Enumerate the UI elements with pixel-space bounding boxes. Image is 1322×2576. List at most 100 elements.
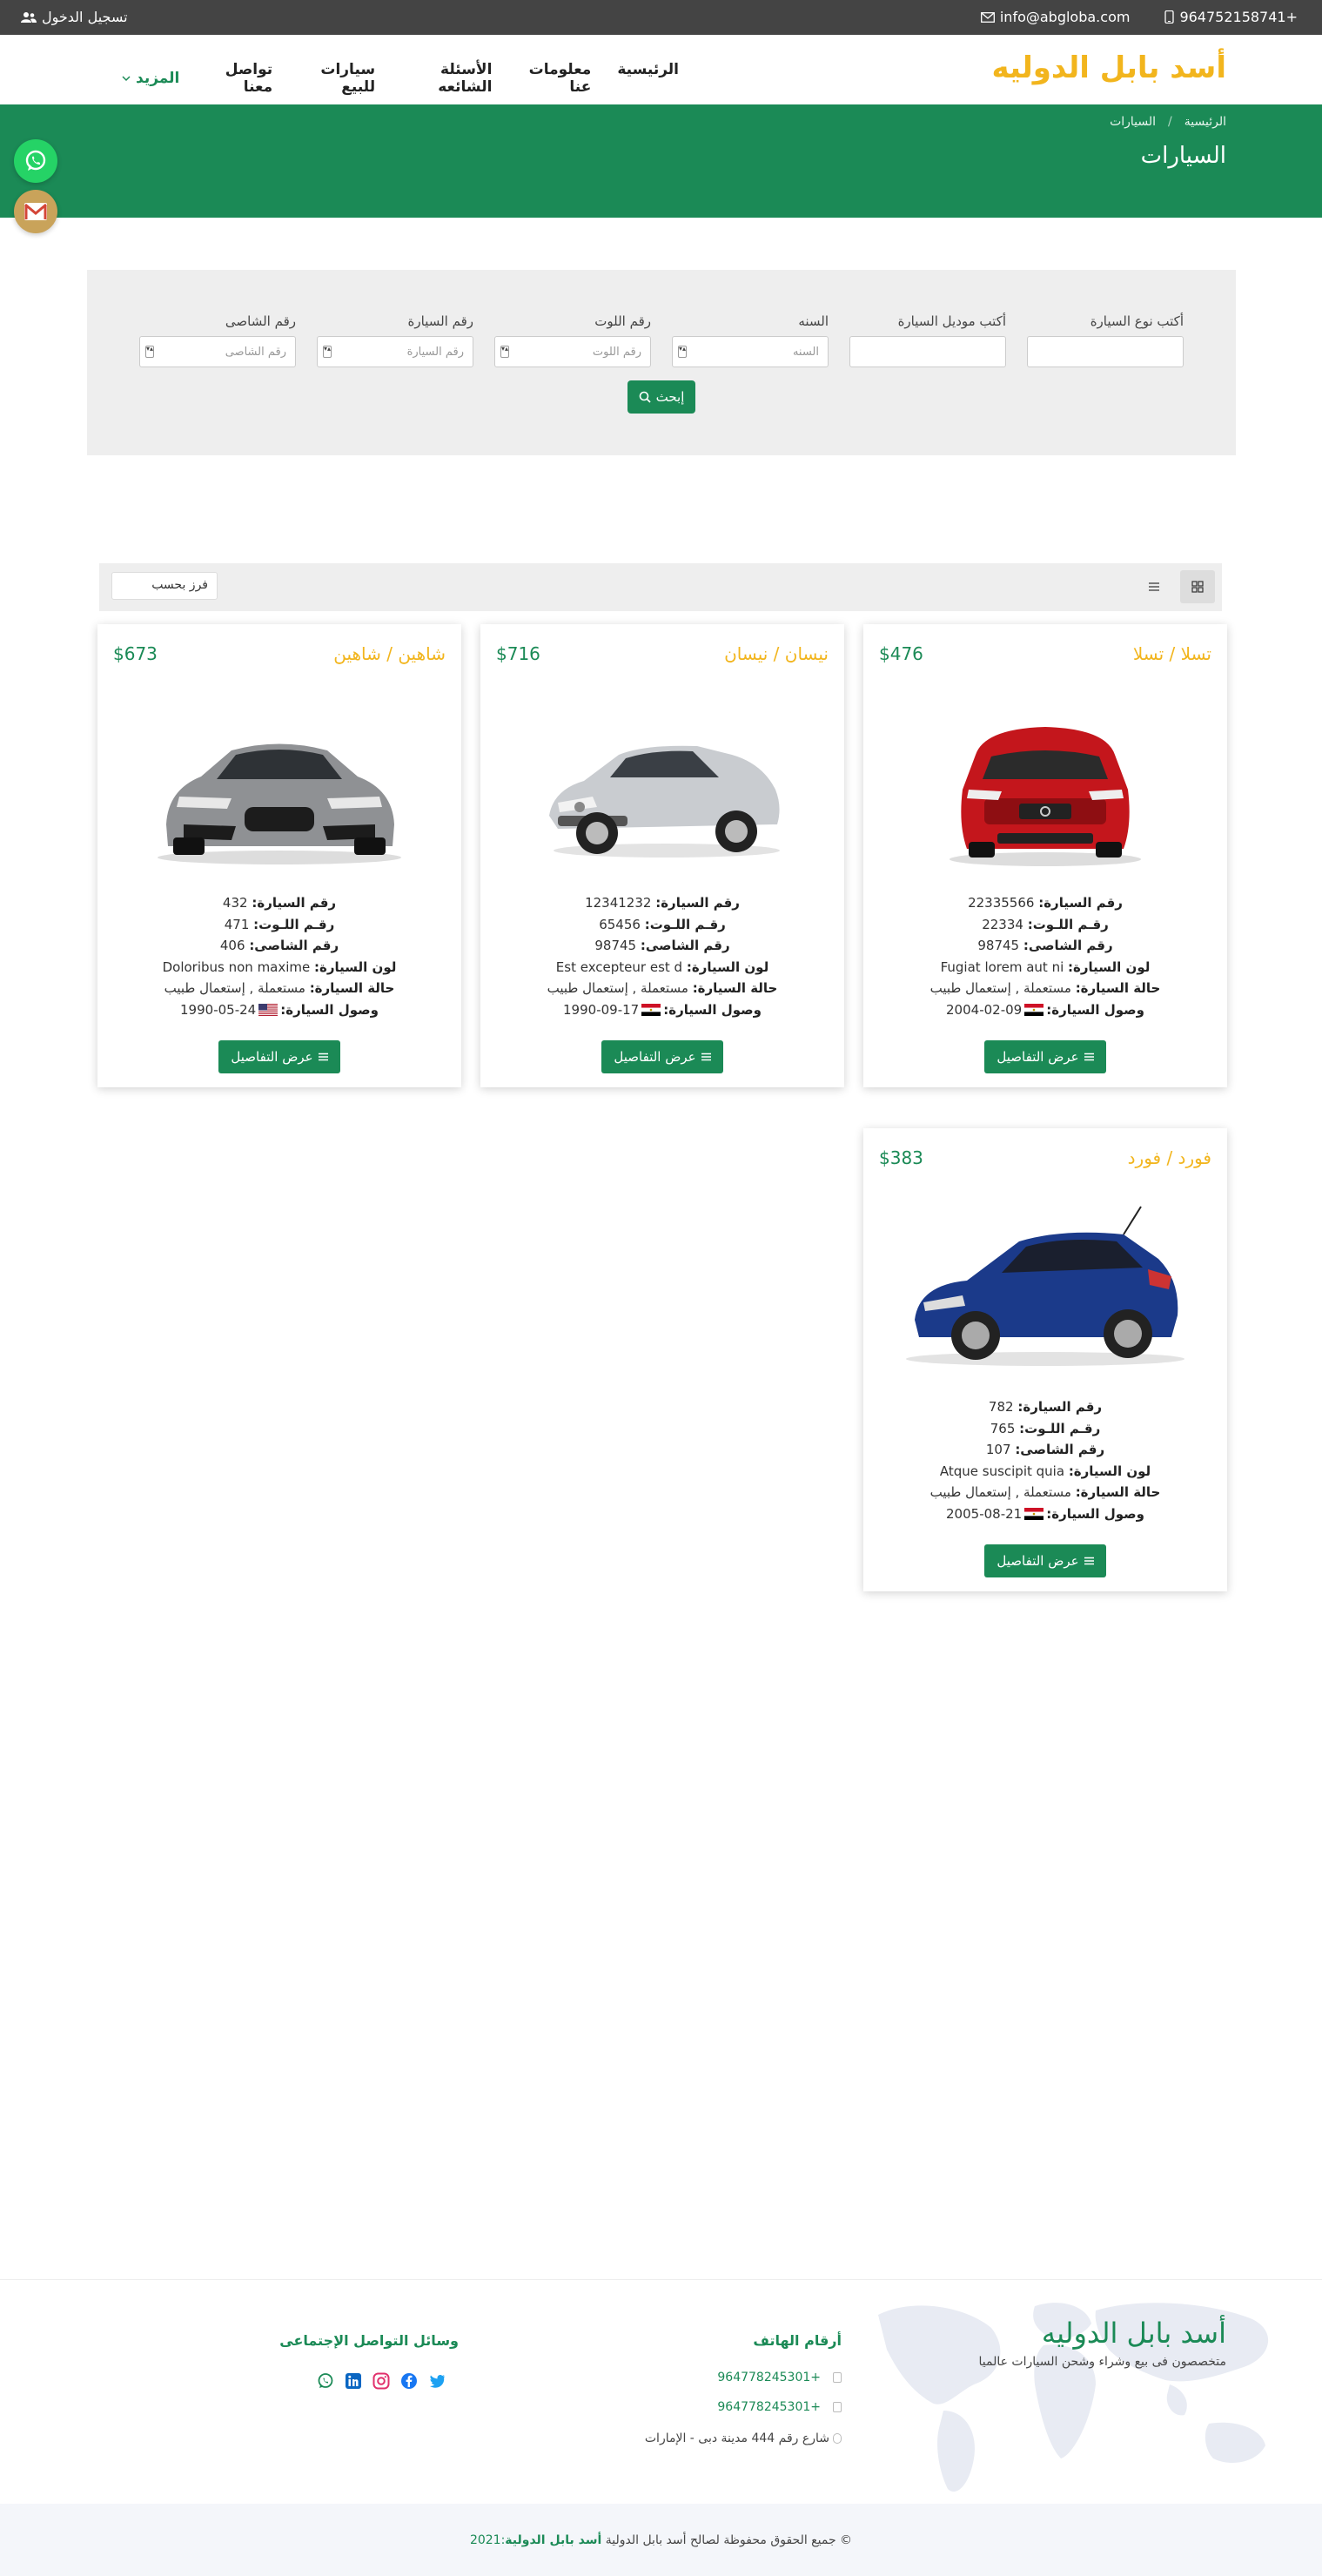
lot-number-key: رقـم اللـوت: bbox=[1027, 916, 1109, 932]
car-card: $673 شاهين / شاهين رقم السيارة: 432 رقـم… bbox=[97, 624, 461, 1087]
linkedin-icon[interactable] bbox=[345, 2372, 362, 2390]
menu-icon bbox=[1084, 1557, 1094, 1565]
year-field: السنه السنه ▴▾ bbox=[672, 313, 829, 367]
search-button[interactable]: إبحث bbox=[627, 380, 695, 414]
copyright-brand[interactable]: أسد بابل الدولية bbox=[505, 2533, 601, 2547]
arrival-row: وصول السيارة: 17-09-1990 bbox=[480, 999, 844, 1021]
footer-phone-2-text: 964778245301+ bbox=[717, 2400, 821, 2414]
car-image[interactable] bbox=[915, 694, 1176, 877]
grid-view-button[interactable] bbox=[1180, 570, 1215, 603]
arrival-row: وصول السيارة: 24-05-1990 bbox=[97, 999, 461, 1021]
top-phone[interactable]: 964752158741+ bbox=[1164, 9, 1298, 25]
footer-address-text: شارع رقم 444 مدينة دبى - الإمارات bbox=[644, 2431, 829, 2445]
nav-more[interactable]: المزيد bbox=[122, 61, 179, 96]
view-details-label: عرض التفاصيل bbox=[231, 1049, 313, 1065]
car-number-field: رقم السيارة رقم السيارة ▴▾ bbox=[317, 313, 473, 367]
sort-select[interactable]: فرز بحسب bbox=[111, 572, 218, 600]
view-details-button[interactable]: عرض التفاصيل bbox=[984, 1040, 1106, 1073]
car-card: $476 تسلا / تسلا رقم السيارة: 22335566 ر… bbox=[863, 624, 1227, 1087]
car-model-input[interactable] bbox=[849, 336, 1006, 367]
whatsapp-icon[interactable] bbox=[317, 2372, 334, 2390]
breadcrumb-current: السيارات bbox=[1110, 115, 1157, 129]
car-number-key: رقم السيارة: bbox=[1017, 1399, 1103, 1415]
color-key: لون السيارة: bbox=[314, 958, 397, 975]
arrival-value: 17-09-1990 bbox=[563, 1001, 640, 1018]
lot-number-row: رقـم اللـوت: 22334 bbox=[863, 914, 1227, 936]
nav-contact[interactable]: تواصل معنا bbox=[205, 61, 272, 96]
car-number-label: رقم السيارة bbox=[407, 313, 473, 329]
car-name[interactable]: فورد / فورد bbox=[1128, 1147, 1211, 1168]
whatsapp-float-button[interactable] bbox=[14, 139, 57, 183]
car-card: $716 نيسان / نيسان رقم السيارة: 12341232… bbox=[480, 624, 844, 1087]
chassis-key: رقم الشاصى: bbox=[1015, 1442, 1105, 1457]
color-row: لون السيارة: Doloribus non maxime bbox=[97, 957, 461, 979]
footer-address: شارع رقم 444 مدينة دبى - الإمارات bbox=[645, 2431, 842, 2445]
lot-input[interactable]: رقم اللوت ▴▾ bbox=[494, 336, 651, 367]
number-spinner-icon[interactable]: ▴▾ bbox=[678, 346, 687, 358]
chassis-value: 107 bbox=[985, 1442, 1011, 1457]
chassis-value: 406 bbox=[219, 938, 245, 953]
menu-icon bbox=[318, 1053, 328, 1061]
number-spinner-icon[interactable]: ▴▾ bbox=[500, 346, 509, 358]
condition-row: حالة السيارة: مستعملة , إستعمال طبيب bbox=[863, 978, 1227, 999]
year-input[interactable]: السنه ▴▾ bbox=[672, 336, 829, 367]
chassis-row: رقم الشاصى: 98745 bbox=[863, 935, 1227, 957]
car-type-input[interactable] bbox=[1027, 336, 1184, 367]
car-image[interactable] bbox=[532, 694, 793, 877]
number-spinner-icon[interactable]: ▴▾ bbox=[323, 346, 332, 358]
car-type-label: أكتب نوع السيارة bbox=[1090, 313, 1184, 329]
car-specs: رقم السيارة: 782 رقـم اللـوت: 765 رقم ال… bbox=[863, 1396, 1227, 1524]
grid-icon bbox=[1191, 581, 1204, 593]
condition-value: مستعملة , إستعمال طبيب bbox=[547, 980, 688, 996]
arrival-value: 24-05-1990 bbox=[180, 1001, 257, 1018]
chassis-value: 98745 bbox=[977, 938, 1020, 953]
condition-key: حالة السيارة: bbox=[1075, 980, 1161, 996]
car-number-input[interactable]: رقم السيارة ▴▾ bbox=[317, 336, 473, 367]
chassis-input[interactable]: رقم الشاصى ▴▾ bbox=[139, 336, 296, 367]
color-value: Atque suscipit quia bbox=[939, 1463, 1065, 1479]
car-number-key: رقم السيارة: bbox=[655, 895, 740, 911]
facebook-icon[interactable] bbox=[400, 2372, 418, 2390]
nav-faq[interactable]: الأسئلة الشائعه bbox=[401, 61, 492, 96]
car-card: $383 فورد / فورد رقم السيارة: 782 رقـم ا… bbox=[863, 1128, 1227, 1591]
lot-number-value: 765 bbox=[990, 1420, 1016, 1436]
car-name[interactable]: تسلا / تسلا bbox=[1133, 643, 1211, 664]
car-name[interactable]: شاهين / شاهين bbox=[333, 643, 446, 664]
view-details-button[interactable]: عرض التفاصيل bbox=[218, 1040, 340, 1073]
condition-row: حالة السيارة: مستعملة , إستعمال طبيب bbox=[97, 978, 461, 999]
view-details-button[interactable]: عرض التفاصيل bbox=[601, 1040, 723, 1073]
login-link[interactable]: تسجيل الدخول bbox=[21, 9, 128, 25]
phone-icon bbox=[833, 2402, 842, 2412]
nav-home[interactable]: الرئيسية bbox=[617, 61, 679, 96]
instagram-icon[interactable] bbox=[372, 2372, 390, 2390]
lot-placeholder: رقم اللوت bbox=[592, 346, 641, 359]
number-spinner-icon[interactable]: ▴▾ bbox=[145, 346, 154, 358]
condition-key: حالة السيارة: bbox=[692, 980, 778, 996]
car-image[interactable] bbox=[149, 694, 410, 877]
condition-key: حالة السيارة: bbox=[1075, 1484, 1161, 1500]
car-image[interactable] bbox=[889, 1198, 1202, 1381]
breadcrumb-home[interactable]: الرئيسية bbox=[1184, 115, 1226, 129]
condition-value: مستعملة , إستعمال طبيب bbox=[164, 980, 305, 996]
list-view-button[interactable] bbox=[1137, 570, 1171, 603]
copyright-year: :2021 bbox=[469, 2533, 506, 2547]
nav-about[interactable]: معلومات عنا bbox=[518, 61, 592, 96]
car-price: $476 bbox=[879, 643, 923, 664]
view-details-button[interactable]: عرض التفاصيل bbox=[984, 1544, 1106, 1577]
footer-phone-1[interactable]: 964778245301+ bbox=[717, 2371, 842, 2384]
footer-tagline: متخصصون فى بيع وشراء وشحن السيارات عالمي… bbox=[978, 2355, 1227, 2369]
top-email[interactable]: info@abgloba.com bbox=[980, 9, 1130, 25]
car-model-field: أكتب موديل السيارة bbox=[849, 313, 1006, 367]
nav-cars-for-sale[interactable]: سيارات للبيع bbox=[299, 61, 375, 96]
flag-icon bbox=[1024, 1001, 1044, 1016]
twitter-icon[interactable] bbox=[428, 2372, 446, 2390]
gmail-float-button[interactable] bbox=[14, 190, 57, 233]
footer-phone-2[interactable]: 964778245301+ bbox=[717, 2400, 842, 2414]
chassis-placeholder: رقم الشاصى bbox=[225, 346, 286, 359]
brand-logo[interactable]: أسد بابل الدوليه bbox=[991, 50, 1226, 85]
social-links bbox=[317, 2372, 446, 2390]
nav-more-label: المزيد bbox=[136, 70, 180, 87]
car-name[interactable]: نيسان / نيسان bbox=[724, 643, 829, 664]
flag-icon bbox=[1024, 1505, 1044, 1520]
footer-brand[interactable]: أسد بابل الدوليه bbox=[1042, 2317, 1226, 2350]
